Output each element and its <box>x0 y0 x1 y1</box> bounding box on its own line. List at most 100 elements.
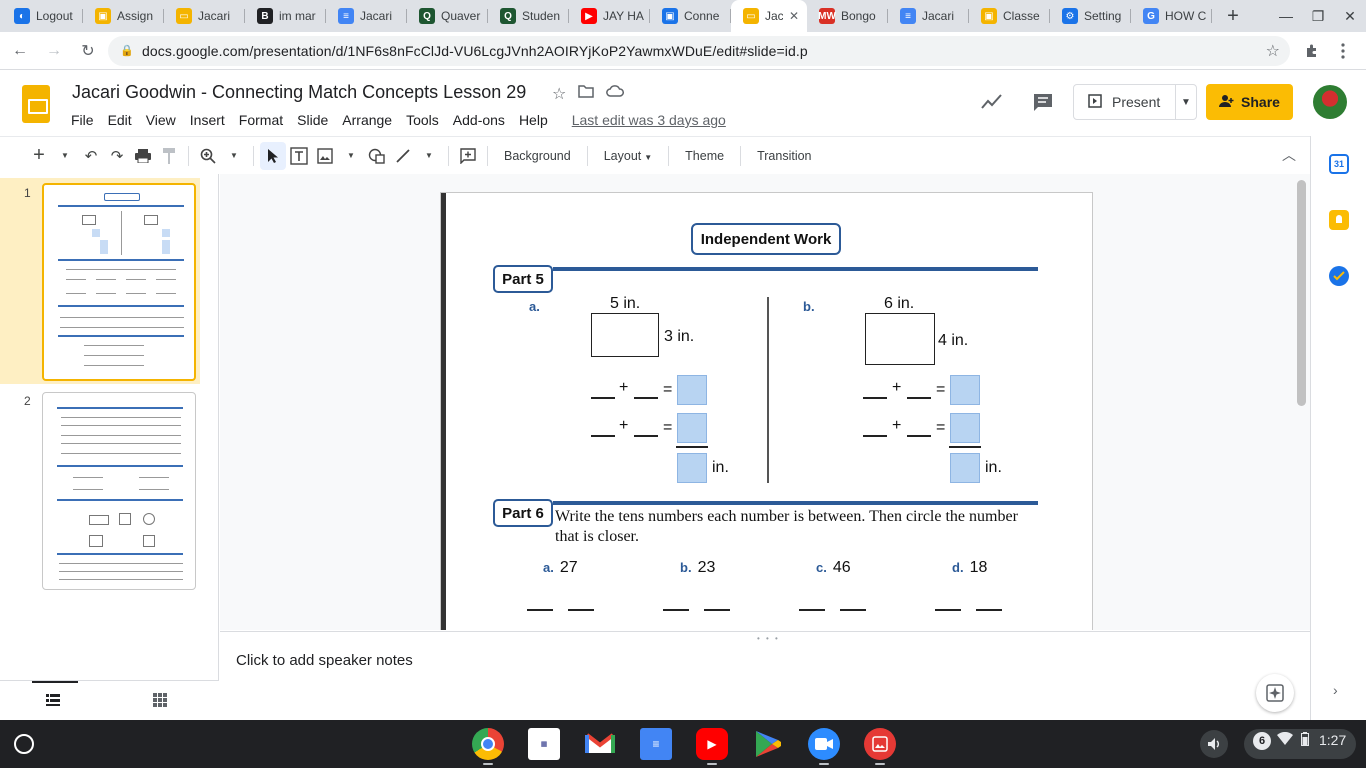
move-folder-icon[interactable] <box>578 84 595 104</box>
present-main[interactable]: Present <box>1074 85 1176 119</box>
chrome-app-icon[interactable] <box>472 728 504 760</box>
notification-count[interactable]: 6 <box>1253 732 1271 750</box>
paint-format-icon[interactable] <box>156 142 182 170</box>
restore-window-button[interactable]: ❐ <box>1302 0 1334 32</box>
grid-view-icon[interactable] <box>153 693 167 711</box>
browser-tab[interactable]: G HOW C <box>1131 0 1212 32</box>
gallery-app-icon[interactable] <box>864 728 896 760</box>
browser-tab[interactable]: ▣ Conne <box>650 0 731 32</box>
transition-button[interactable]: Transition <box>747 149 821 163</box>
account-avatar[interactable] <box>1313 85 1347 119</box>
menu-help[interactable]: Help <box>512 110 555 130</box>
background-button[interactable]: Background <box>494 149 581 163</box>
image-dropdown-icon[interactable]: ▼ <box>338 142 364 170</box>
zoom-dropdown-icon[interactable]: ▼ <box>221 142 247 170</box>
new-slide-button[interactable]: + <box>26 142 52 170</box>
browser-tab[interactable]: ⚙ Setting <box>1050 0 1131 32</box>
bookmark-star-icon[interactable]: ☆ <box>1266 41 1280 61</box>
gmail-app-icon[interactable] <box>584 728 616 760</box>
launcher-button[interactable] <box>14 734 34 754</box>
canvas-scrollbar[interactable] <box>1297 180 1306 406</box>
redo-icon[interactable]: ↷ <box>104 142 130 170</box>
star-icon[interactable]: ☆ <box>552 84 566 104</box>
shape-icon[interactable] <box>364 142 390 170</box>
menu-add-ons[interactable]: Add-ons <box>446 110 512 130</box>
menu-insert[interactable]: Insert <box>183 110 232 130</box>
text-box-icon[interactable] <box>286 142 312 170</box>
address-bar[interactable]: 🔒 docs.google.com/presentation/d/1NF6s8n… <box>108 36 1290 66</box>
tab-close-icon[interactable]: ✕ <box>789 9 799 23</box>
close-window-button[interactable]: ✕ <box>1334 0 1366 32</box>
browser-tab[interactable]: ▭ Jacari <box>164 0 245 32</box>
browser-tab[interactable]: ≡ Jacari <box>326 0 407 32</box>
browser-tab[interactable]: Bim mar <box>245 0 326 32</box>
menu-file[interactable]: File <box>64 110 101 130</box>
last-edit-link[interactable]: Last edit was 3 days ago <box>565 110 733 130</box>
play-store-app-icon[interactable] <box>752 728 784 760</box>
back-button[interactable]: ← <box>6 37 34 65</box>
activity-dashboard-icon[interactable] <box>980 92 1004 115</box>
add-comment-icon[interactable] <box>455 142 481 170</box>
media-icon[interactable] <box>1200 730 1228 758</box>
image-icon[interactable] <box>312 142 338 170</box>
browser-tab[interactable]: MW Bongo <box>807 0 888 32</box>
browser-tab[interactable]: ▣ Assign <box>83 0 164 32</box>
current-slide[interactable]: Independent Work Part 5 a. b. 5 in. 3 in… <box>440 192 1093 630</box>
answer-box[interactable] <box>950 453 980 483</box>
minimize-window-button[interactable]: — <box>1270 0 1302 32</box>
forward-button[interactable]: → <box>40 37 68 65</box>
menu-edit[interactable]: Edit <box>101 110 139 130</box>
slides-home-logo-icon[interactable] <box>22 85 50 123</box>
menu-arrange[interactable]: Arrange <box>335 110 399 130</box>
answer-box[interactable] <box>950 413 980 443</box>
slide-thumbnail[interactable] <box>42 392 196 590</box>
select-tool-icon[interactable] <box>260 141 286 170</box>
menu-format[interactable]: Format <box>232 110 290 130</box>
menu-tools[interactable]: Tools <box>399 110 446 130</box>
explore-icon[interactable] <box>1256 674 1294 712</box>
new-tab-button[interactable]: + <box>1218 0 1248 32</box>
browser-tab[interactable]: ≡ Jacari <box>888 0 969 32</box>
answer-box[interactable] <box>677 413 707 443</box>
theme-button[interactable]: Theme <box>675 149 734 163</box>
comments-icon[interactable] <box>1032 92 1054 115</box>
menu-view[interactable]: View <box>139 110 183 130</box>
extensions-puzzle-icon[interactable] <box>1299 38 1325 64</box>
filmstrip-slide-1[interactable]: 1 <box>0 178 200 384</box>
zoom-icon[interactable] <box>195 142 221 170</box>
present-button[interactable]: Present ▼ <box>1073 84 1197 120</box>
notes-resize-handle[interactable]: • • • <box>757 634 780 643</box>
calendar-icon[interactable]: 31 <box>1329 154 1349 174</box>
answer-box[interactable] <box>677 453 707 483</box>
keep-icon[interactable] <box>1329 210 1349 230</box>
browser-tab[interactable]: ▣ Classe <box>969 0 1050 32</box>
reload-button[interactable]: ↻ <box>74 37 102 65</box>
slide-canvas[interactable]: Independent Work Part 5 a. b. 5 in. 3 in… <box>220 174 1310 630</box>
browser-tab[interactable]: Q Quaver <box>407 0 488 32</box>
filmstrip-view-icon[interactable] <box>46 693 60 710</box>
present-dropdown-icon[interactable]: ▼ <box>1176 97 1196 108</box>
pearson-testnav-app-icon[interactable]: ▦ <box>528 728 560 760</box>
line-dropdown-icon[interactable]: ▼ <box>416 142 442 170</box>
browser-tab[interactable]: Q Studen <box>488 0 569 32</box>
youtube-app-icon[interactable]: ▶ <box>696 728 728 760</box>
browser-tab[interactable]: ◐ Logout <box>2 0 83 32</box>
filmstrip-slide-2[interactable]: 2 <box>0 388 200 594</box>
cloud-status-icon[interactable] <box>606 84 625 104</box>
browser-tab-active[interactable]: ▭ Jac ✕ <box>731 0 807 32</box>
new-slide-dropdown-icon[interactable]: ▼ <box>52 142 78 170</box>
share-button[interactable]: Share <box>1206 84 1293 120</box>
speaker-notes-panel[interactable]: • • • Click to add speaker notes <box>220 631 1310 720</box>
answer-box[interactable] <box>677 375 707 405</box>
chrome-menu-icon[interactable] <box>1330 38 1356 64</box>
document-title[interactable]: Jacari Goodwin - Connecting Match Concep… <box>72 82 526 103</box>
url-text[interactable]: docs.google.com/presentation/d/1NF6s8nFc… <box>142 43 808 59</box>
print-icon[interactable] <box>130 142 156 170</box>
answer-box[interactable] <box>950 375 980 405</box>
expand-side-panel-chevron-icon[interactable]: › <box>1333 682 1338 698</box>
undo-icon[interactable]: ↶ <box>78 142 104 170</box>
slide-thumbnail[interactable] <box>42 183 196 381</box>
line-icon[interactable] <box>390 142 416 170</box>
collapse-toolbar-chevron-icon[interactable]: ︿ <box>1282 145 1296 165</box>
browser-tab[interactable]: ▶ JAY HA <box>569 0 650 32</box>
